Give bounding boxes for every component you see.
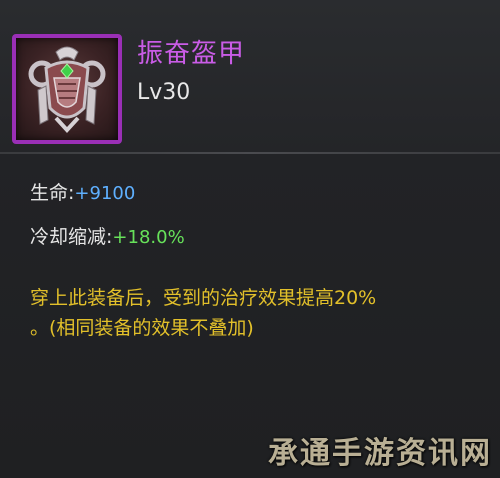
description-line-2: 。(相同装备的效果不叠加) <box>30 317 254 339</box>
stat-value-cooldown: +18.0% <box>112 227 185 248</box>
stat-row-hp: 生命:+9100 <box>30 178 135 205</box>
armor-icon <box>28 46 106 133</box>
stat-row-cooldown: 冷却缩减:+18.0% <box>30 222 185 249</box>
stat-value-hp: +9100 <box>74 183 136 204</box>
header-divider <box>0 152 500 154</box>
stat-label-cooldown: 冷却缩减: <box>30 226 113 248</box>
description-line-1: 穿上此装备后，受到的治疗效果提高20% <box>30 287 377 309</box>
site-watermark: 承通手游资讯网 <box>268 436 492 471</box>
item-description: 穿上此装备后，受到的治疗效果提高20% 。(相同装备的效果不叠加) <box>30 283 480 343</box>
stat-label-hp: 生命: <box>30 182 75 204</box>
item-level: Lv30 <box>137 80 191 105</box>
item-tooltip-panel: 振奋盔甲 Lv30 生命:+9100 冷却缩减:+18.0% 穿上此装备后，受到… <box>0 0 500 478</box>
item-name: 振奋盔甲 <box>137 39 246 69</box>
item-icon-frame <box>12 34 122 144</box>
